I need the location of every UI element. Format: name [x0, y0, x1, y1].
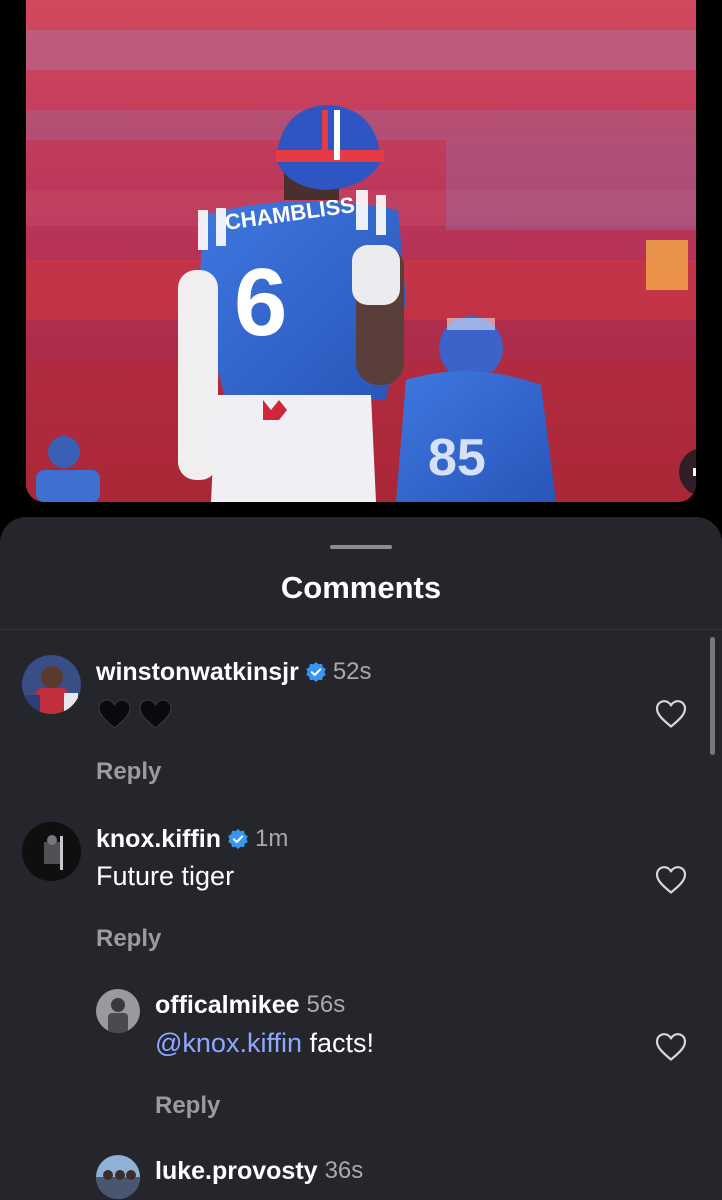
mention-link[interactable]: @knox.kiffin — [155, 1028, 302, 1058]
comment-text — [98, 697, 180, 729]
comment-time: 1m — [255, 825, 289, 852]
black-heart-icon — [98, 699, 131, 729]
reply-button[interactable]: Reply — [96, 925, 161, 953]
reply-button[interactable]: Reply — [155, 1092, 220, 1120]
speaker-icon — [693, 468, 696, 476]
username[interactable]: luke.provosty — [155, 1157, 318, 1186]
scrollbar[interactable] — [710, 637, 715, 755]
verified-badge-icon — [228, 829, 248, 849]
sheet-drag-handle[interactable] — [330, 545, 392, 549]
comment-text-body: facts! — [301, 1028, 375, 1058]
comment-text: Future tiger — [96, 861, 235, 891]
comment-header: officalmikee 56s — [155, 989, 345, 1021]
comment-header: winstonwatkinsjr 52s — [96, 655, 372, 689]
comment-text: @knox.kiffin facts! — [155, 1028, 374, 1059]
comments-sheet: Comments winstonwatkinsjr 52s Reply knox… — [0, 517, 722, 1200]
divider — [0, 629, 722, 630]
reply-button[interactable]: Reply — [96, 758, 161, 786]
comment-header: knox.kiffin 1m — [96, 822, 288, 856]
avatar[interactable] — [22, 822, 81, 881]
video-player[interactable]: 85 CHAMBLISS 6 — [26, 0, 696, 502]
comment-time: 52s — [332, 658, 372, 685]
sheet-title: Comments — [280, 570, 442, 605]
video-frame-image: 85 CHAMBLISS 6 — [26, 0, 696, 502]
like-heart-icon[interactable] — [655, 865, 687, 895]
black-heart-icon — [139, 699, 172, 729]
comment-header: luke.provosty 36s — [155, 1155, 363, 1187]
username[interactable]: knox.kiffin — [96, 825, 221, 854]
avatar[interactable] — [96, 989, 140, 1033]
verified-badge-icon — [306, 662, 326, 682]
jersey-number-85: 85 — [428, 429, 486, 487]
username[interactable]: winstonwatkinsjr — [96, 658, 299, 687]
like-heart-icon[interactable] — [655, 1032, 687, 1062]
avatar[interactable] — [96, 1155, 140, 1199]
comment-time: 56s — [306, 991, 346, 1018]
comment-time: 36s — [324, 1157, 364, 1184]
username[interactable]: officalmikee — [155, 991, 300, 1020]
jersey-number-6: 6 — [234, 249, 287, 356]
like-heart-icon[interactable] — [655, 699, 687, 729]
avatar[interactable] — [22, 655, 81, 714]
